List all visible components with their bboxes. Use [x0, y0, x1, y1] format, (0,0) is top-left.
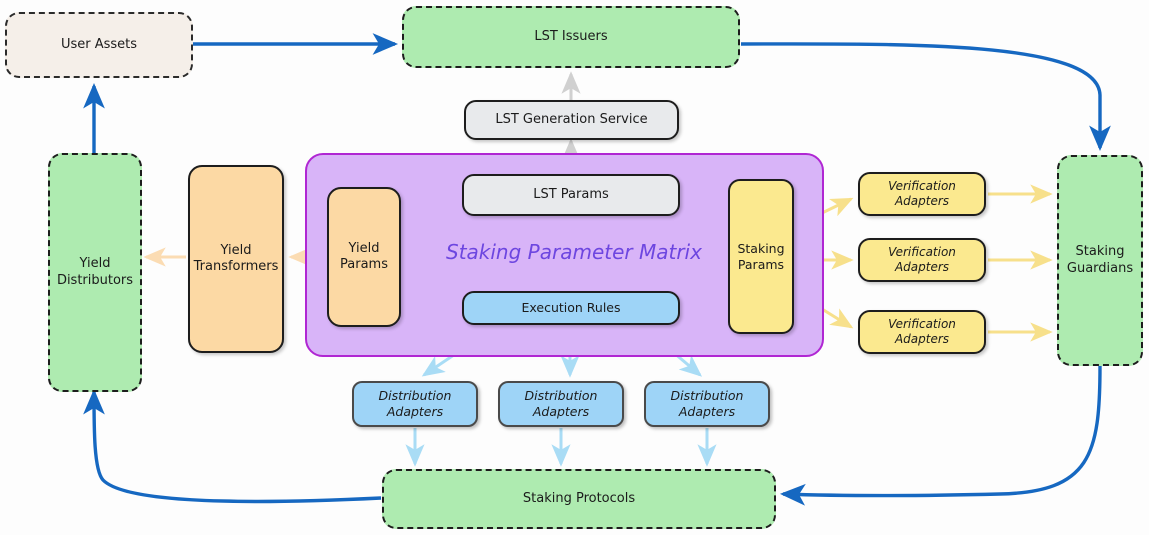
node-staking-protocols[interactable]: Staking Protocols	[382, 469, 776, 529]
node-verification-adapter-2[interactable]: Verification Adapters	[858, 238, 986, 282]
node-verification-adapter-1[interactable]: Verification Adapters	[858, 172, 986, 216]
node-yield-distributors[interactable]: Yield Distributors	[48, 153, 142, 392]
staking-parameter-matrix-label: Staking Parameter Matrix	[446, 240, 702, 264]
node-lst-generation-service[interactable]: LST Generation Service	[464, 100, 679, 140]
edge-lst-issuers-to-staking-guardians	[740, 42, 1111, 152]
edge-staking-guardians-to-staking-protocols	[779, 365, 1102, 506]
node-yield-params[interactable]: Yield Params	[327, 187, 401, 327]
node-execution-rules[interactable]: Execution Rules	[462, 291, 680, 325]
node-distribution-adapter-1[interactable]: Distribution Adapters	[352, 381, 478, 427]
node-staking-params[interactable]: Staking Params	[728, 179, 794, 334]
node-lst-params[interactable]: LST Params	[462, 174, 680, 216]
edge-staking-protocols-to-yield-distributors	[83, 388, 382, 504]
node-distribution-adapter-3[interactable]: Distribution Adapters	[644, 381, 770, 427]
node-yield-transformers[interactable]: Yield Transformers	[188, 165, 284, 353]
node-distribution-adapter-2[interactable]: Distribution Adapters	[498, 381, 624, 427]
node-user-assets[interactable]: User Assets	[5, 12, 193, 78]
node-lst-issuers[interactable]: LST Issuers	[402, 6, 740, 68]
diagram-canvas: Staking Parameter Matrix User Assets LST…	[0, 0, 1149, 535]
node-staking-guardians[interactable]: Staking Guardians	[1057, 155, 1143, 366]
node-verification-adapter-3[interactable]: Verification Adapters	[858, 310, 986, 354]
